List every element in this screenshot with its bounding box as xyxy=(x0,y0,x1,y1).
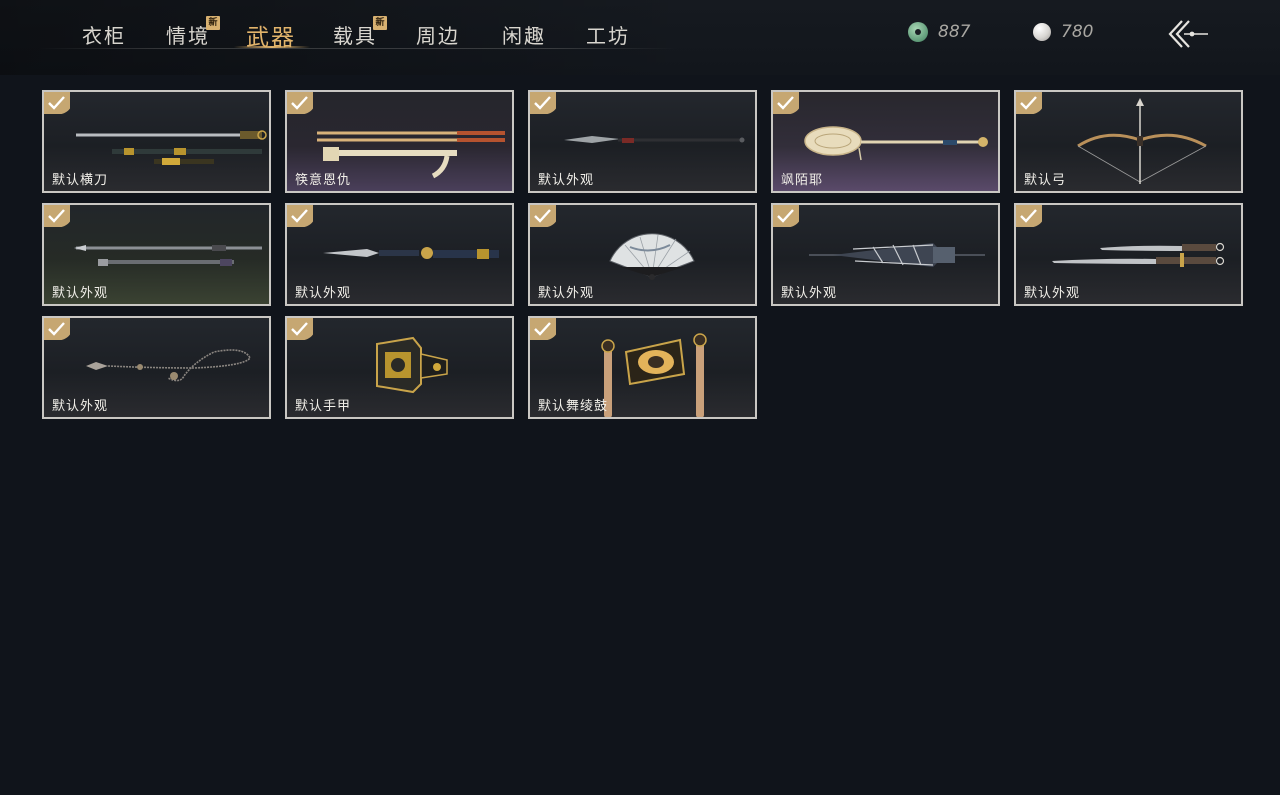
tab-workshop[interactable]: 工坊 xyxy=(586,20,630,50)
weapon-card[interactable]: 默认外观 xyxy=(771,203,1000,306)
owned-check-icon xyxy=(287,318,316,341)
owned-check-icon xyxy=(287,205,316,228)
back-arrow-icon xyxy=(1168,20,1208,48)
pearl-currency-value: 780 xyxy=(1061,22,1094,42)
active-tab-underline xyxy=(234,46,310,48)
item-label: 默认外观 xyxy=(538,286,595,301)
tab-wardrobe[interactable]: 衣柜 xyxy=(82,20,126,50)
item-label: 默认舞绫鼓 xyxy=(538,399,609,414)
tab-scenes-new-badge: 新 xyxy=(206,16,220,30)
back-button[interactable] xyxy=(1166,18,1210,50)
jade-currency-value: 887 xyxy=(938,22,971,42)
weapon-card[interactable]: 默认舞绫鼓 xyxy=(528,316,757,419)
jade-currency: 887 xyxy=(908,20,970,44)
item-label: 默认横刀 xyxy=(52,173,109,188)
owned-check-icon xyxy=(1016,205,1045,228)
item-label: 默认外观 xyxy=(1024,286,1081,301)
owned-check-icon xyxy=(1016,92,1045,115)
item-label: 默认手甲 xyxy=(295,399,352,414)
weapon-card[interactable]: 默认横刀 xyxy=(42,90,271,193)
weapon-card[interactable]: 筷意恩仇 xyxy=(285,90,514,193)
owned-check-icon xyxy=(530,205,559,228)
jade-coin-icon xyxy=(908,22,928,42)
item-label: 飒陌耶 xyxy=(781,173,824,188)
owned-check-icon xyxy=(44,318,73,341)
item-label: 默认外观 xyxy=(52,399,109,414)
tab-weapons[interactable]: 武器 xyxy=(246,18,296,51)
owned-check-icon xyxy=(287,92,316,115)
weapon-card[interactable]: 默认外观 xyxy=(42,203,271,306)
tab-mounts-new-badge: 新 xyxy=(373,16,387,30)
item-label: 默认外观 xyxy=(781,286,838,301)
weapon-card[interactable]: 默认外观 xyxy=(528,203,757,306)
weapon-card[interactable]: 默认外观 xyxy=(42,316,271,419)
weapon-card[interactable]: 默认外观 xyxy=(1014,203,1243,306)
pearl-currency: 780 xyxy=(1033,20,1093,44)
weapon-card[interactable]: 默认外观 xyxy=(285,203,514,306)
weapon-card[interactable]: 默认外观 xyxy=(528,90,757,193)
item-label: 默认外观 xyxy=(295,286,352,301)
item-label: 默认弓 xyxy=(1024,173,1067,188)
tab-leisure[interactable]: 闲趣 xyxy=(502,20,546,50)
owned-check-icon xyxy=(44,92,73,115)
item-label: 默认外观 xyxy=(538,173,595,188)
weapon-card[interactable]: 默认弓 xyxy=(1014,90,1243,193)
owned-check-icon xyxy=(44,205,73,228)
owned-check-icon xyxy=(773,205,802,228)
item-label: 筷意恩仇 xyxy=(295,173,352,188)
tab-accessories[interactable]: 周边 xyxy=(416,20,460,50)
weapon-card[interactable]: 飒陌耶 xyxy=(771,90,1000,193)
tab-scenes[interactable]: 情境 xyxy=(166,20,210,50)
pearl-icon xyxy=(1033,23,1051,41)
item-label: 默认外观 xyxy=(52,286,109,301)
owned-check-icon xyxy=(530,318,559,341)
top-bar: 衣柜 情境 新 武器 载具 新 周边 闲趣 工坊 887 780 xyxy=(0,0,1280,75)
owned-check-icon xyxy=(773,92,802,115)
weapon-card[interactable]: 默认手甲 xyxy=(285,316,514,419)
tab-mounts[interactable]: 载具 xyxy=(333,20,377,50)
owned-check-icon xyxy=(530,92,559,115)
